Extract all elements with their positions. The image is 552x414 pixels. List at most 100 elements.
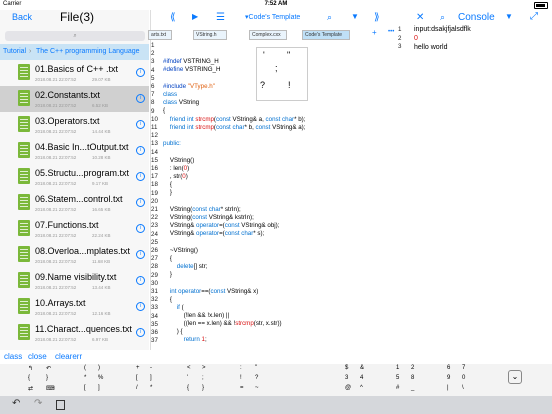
info-icon[interactable]: i [136, 146, 145, 155]
key[interactable]: ( [84, 365, 86, 371]
breadcrumb-root[interactable]: Tutorial [3, 44, 26, 60]
tab-arts[interactable]: arts.txt [148, 30, 172, 40]
key[interactable]: / [136, 385, 138, 391]
file-row[interactable]: 02.Constants.txt 2018.08.21 22:07:52 6.5… [0, 86, 149, 112]
search-icon[interactable]: ⌕ [440, 12, 445, 23]
popup-char[interactable]: ; [275, 63, 278, 73]
key[interactable]: = [240, 385, 244, 391]
file-row[interactable]: 03.Operators.txt 2018.08.21 22:07:52 14.… [0, 112, 149, 138]
key[interactable]: { [187, 385, 189, 391]
key[interactable]: % [98, 375, 103, 381]
info-icon[interactable]: i [136, 120, 145, 129]
completion-close[interactable]: close [28, 352, 47, 361]
info-icon[interactable]: i [136, 198, 145, 207]
expand-icon[interactable]: ⤢ [530, 11, 538, 22]
more-icon[interactable]: ••• [388, 29, 394, 35]
info-icon[interactable]: i [136, 250, 145, 259]
key[interactable]: * [150, 385, 152, 391]
key[interactable]: 6 [447, 365, 450, 371]
info-icon[interactable]: i [136, 328, 145, 337]
key[interactable]: [ [84, 385, 86, 391]
key[interactable]: } [202, 385, 204, 391]
key[interactable]: ) [98, 365, 100, 371]
key[interactable]: ; [202, 375, 204, 381]
key[interactable]: 1 [396, 365, 399, 371]
file-row[interactable]: 08.Overloa...mplates.txt 2018.08.21 22:0… [0, 242, 149, 268]
key[interactable]: 8 [411, 375, 414, 381]
key[interactable]: \ [462, 385, 464, 391]
info-icon[interactable]: i [136, 172, 145, 181]
key[interactable]: + [136, 365, 140, 371]
popup-char[interactable]: ' [263, 50, 265, 60]
key[interactable]: ] [98, 385, 100, 391]
completion-class[interactable]: class [4, 352, 22, 361]
key[interactable]: 0 [462, 375, 465, 381]
popup-char[interactable]: ! [288, 80, 291, 90]
file-row[interactable]: 04.Basic In...tOutput.txt 2018.08.21 22:… [0, 138, 149, 164]
key[interactable]: ! [240, 375, 242, 381]
key[interactable]: - [150, 365, 152, 371]
file-row[interactable]: 11.Charact...quences.txt 2018.08.21 22:0… [0, 320, 149, 346]
tab-complex[interactable]: Complex.cxx [249, 30, 287, 40]
breadcrumb-folder[interactable]: The C++ programming Language [36, 44, 140, 60]
key[interactable]: ? [255, 375, 258, 381]
add-tab-icon[interactable]: + [372, 28, 377, 37]
info-icon[interactable]: i [136, 302, 145, 311]
key[interactable]: ↶ [46, 365, 51, 372]
key[interactable]: ] [150, 375, 152, 381]
key[interactable]: { [28, 375, 30, 381]
run-icon[interactable]: ▶ [192, 12, 198, 21]
tab-vstring[interactable]: VString.h [193, 30, 227, 40]
dismiss-keyboard-icon[interactable]: ⌄ [508, 370, 522, 384]
key[interactable]: & [360, 365, 364, 371]
key[interactable]: * [84, 375, 86, 381]
key[interactable]: : [240, 365, 242, 371]
key[interactable]: ^ [360, 385, 363, 391]
completion-clearerr[interactable]: clearerr [55, 352, 82, 361]
key[interactable]: ⌨ [46, 385, 55, 392]
key[interactable]: | [447, 385, 449, 391]
list-icon[interactable]: ☰ [216, 12, 225, 23]
info-icon[interactable]: i [136, 276, 145, 285]
key[interactable]: @ [345, 385, 351, 391]
key[interactable]: 4 [360, 375, 363, 381]
key[interactable]: # [396, 385, 399, 391]
file-row[interactable]: 01.Basics of C++ .txt 2018.08.21 22:07:5… [0, 60, 149, 86]
key[interactable]: ↰ [28, 365, 33, 372]
editor-title[interactable]: ▾Code's Template [245, 13, 300, 21]
key[interactable]: ⇄ [28, 385, 33, 392]
key[interactable]: 5 [396, 375, 399, 381]
popup-char[interactable]: ? [260, 80, 265, 90]
search-input[interactable]: ⌕ [5, 31, 145, 41]
clipboard-icon[interactable] [56, 400, 65, 410]
key[interactable]: 9 [447, 375, 450, 381]
tab-codes-template[interactable]: Code's Template [302, 30, 350, 40]
key[interactable]: } [46, 375, 48, 381]
info-icon[interactable]: i [136, 68, 145, 77]
undo-icon[interactable]: ↶ [12, 398, 20, 409]
file-row[interactable]: 09.Name visibility.txt 2018.08.21 22:07:… [0, 268, 149, 294]
close-icon[interactable]: ✕ [416, 12, 424, 23]
key[interactable]: > [202, 365, 206, 371]
key[interactable]: 2 [411, 365, 414, 371]
key[interactable]: [ [136, 375, 138, 381]
info-icon[interactable]: i [136, 94, 145, 103]
info-icon[interactable]: i [136, 224, 145, 233]
key[interactable]: 7 [462, 365, 465, 371]
search-icon[interactable]: ⌕ [327, 12, 332, 23]
key[interactable]: $ [345, 365, 348, 371]
redo-icon[interactable]: ↷ [34, 398, 42, 409]
key[interactable]: ~ [255, 385, 259, 391]
popup-char[interactable]: " [287, 50, 290, 60]
filter-icon[interactable]: ▼ [505, 12, 513, 21]
file-row[interactable]: 07.Functions.txt 2018.08.21 22:07:52 22.… [0, 216, 149, 242]
key[interactable]: < [187, 365, 191, 371]
file-row[interactable]: 06.Statem...control.txt 2018.08.21 22:07… [0, 190, 149, 216]
file-row[interactable]: 05.Structu...program.txt 2018.08.21 22:0… [0, 164, 149, 190]
triangle-down-icon[interactable]: ▼ [351, 12, 359, 21]
key[interactable]: ' [187, 375, 188, 381]
key[interactable]: _ [411, 385, 414, 391]
back-button[interactable]: Back [12, 12, 32, 22]
next-icon[interactable]: ⟫ [374, 12, 380, 23]
file-row[interactable]: 10.Arrays.txt 2018.08.21 22:07:52 12.16 … [0, 294, 149, 320]
